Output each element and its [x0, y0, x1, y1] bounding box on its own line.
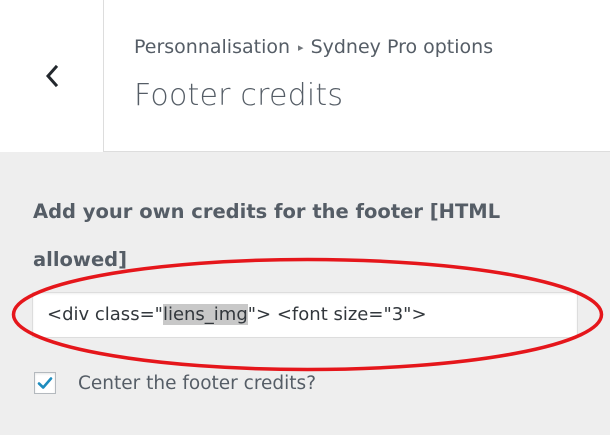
- center-credits-option: Center the footer credits?: [34, 372, 316, 394]
- breadcrumb: Personnalisation ▸ Sydney Pro options: [134, 36, 493, 58]
- customizer-panel: Personnalisation ▸ Sydney Pro options Fo…: [0, 0, 610, 435]
- input-text-selected: liens_img: [162, 304, 248, 325]
- panel-header: Personnalisation ▸ Sydney Pro options Fo…: [0, 0, 610, 152]
- breadcrumb-parent: Personnalisation: [134, 36, 291, 58]
- center-credits-checkbox[interactable]: [34, 372, 56, 394]
- page-title: Footer credits: [134, 78, 344, 113]
- input-text-before: <div class=": [47, 304, 163, 325]
- checkmark-icon: [37, 377, 53, 389]
- back-button[interactable]: [0, 0, 104, 152]
- input-text-after: "> <font size="3">: [247, 304, 427, 325]
- breadcrumb-section: Sydney Pro options: [310, 36, 494, 58]
- center-credits-label: Center the footer credits?: [78, 372, 317, 394]
- footer-credits-input[interactable]: <div class="liens_img"> <font size="3">: [32, 292, 578, 338]
- footer-credits-label: Add your own credits for the footer [HTM…: [33, 200, 501, 271]
- header-text: Personnalisation ▸ Sydney Pro options Fo…: [134, 36, 493, 113]
- breadcrumb-separator-icon: ▸: [298, 40, 304, 54]
- chevron-left-icon: [45, 64, 58, 88]
